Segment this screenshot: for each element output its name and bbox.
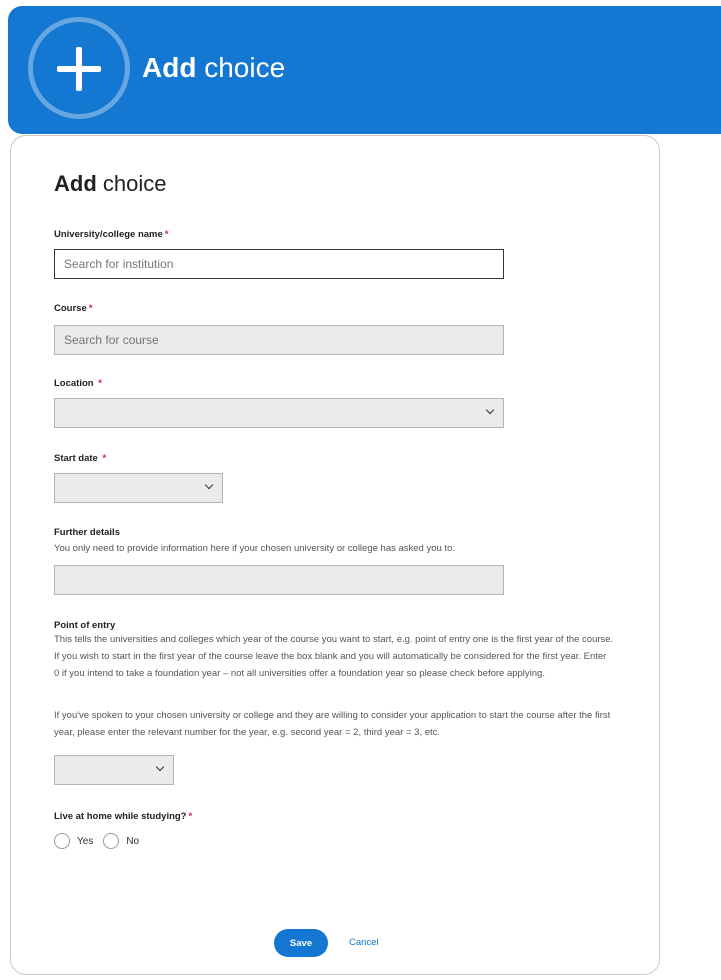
cancel-link[interactable]: Cancel (349, 937, 379, 948)
radio-no-label[interactable]: No (126, 836, 139, 847)
course-label: Course * (54, 303, 93, 314)
course-search-input[interactable] (54, 325, 504, 355)
start-date-select[interactable] (54, 473, 223, 503)
institution-label: University/college name * (54, 229, 169, 240)
point-of-entry-help-1: This tells the universities and colleges… (54, 634, 614, 679)
header-banner: Add choice (8, 6, 721, 134)
form-title: Add choice (54, 171, 167, 196)
further-details-input[interactable] (54, 565, 504, 595)
further-details-help: You only need to provide information her… (54, 543, 455, 554)
point-of-entry-help-2: If you've spoken to your chosen universi… (54, 710, 611, 738)
live-at-home-label: Live at home while studying? * (54, 811, 193, 822)
location-label: Location * (54, 378, 102, 389)
radio-yes-label[interactable]: Yes (77, 836, 93, 847)
location-select[interactable] (54, 398, 504, 428)
chevron-down-icon (486, 407, 494, 415)
header-title: Add choice (142, 52, 286, 83)
chevron-down-icon (156, 764, 164, 772)
point-of-entry-select[interactable] (54, 755, 174, 785)
institution-search-input[interactable] (54, 249, 504, 279)
plus-icon (28, 17, 130, 119)
live-at-home-radio-group: Yes No (54, 833, 149, 849)
chevron-down-icon (205, 482, 213, 490)
radio-no[interactable] (103, 833, 120, 849)
point-of-entry-label: Point of entry (54, 620, 116, 631)
save-button[interactable]: Save (274, 929, 328, 957)
start-date-label: Start date * (54, 453, 107, 464)
further-details-label: Further details (54, 527, 120, 538)
add-choice-form: Add choice University/college name* Cour… (10, 135, 660, 975)
radio-yes[interactable] (54, 833, 70, 849)
